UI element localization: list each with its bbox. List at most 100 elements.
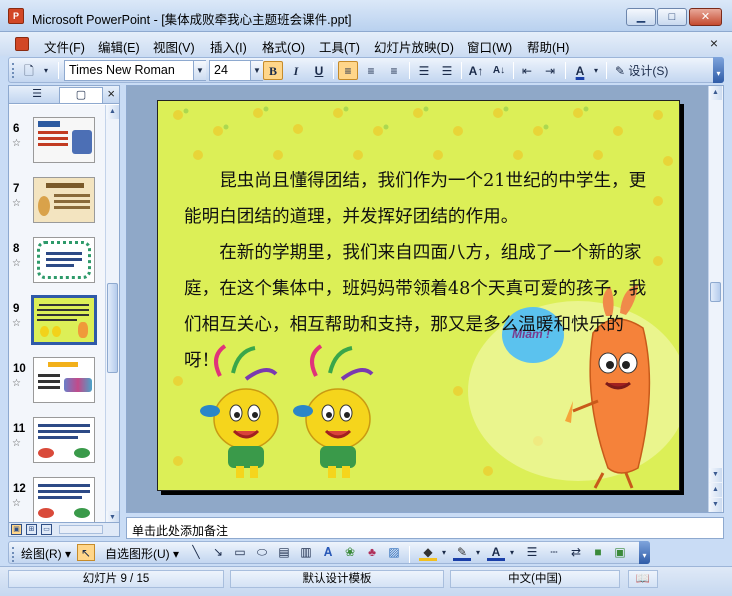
slide-body-text[interactable]: 昆虫尚且懂得团结，我们作为一个21世纪的中学生，更能明白团结的道理，并发挥好团结… xyxy=(184,163,658,379)
panel-close-icon[interactable]: × xyxy=(107,86,115,101)
font-color-icon[interactable]: A xyxy=(487,544,505,561)
slides-tab-icon[interactable]: ▢ xyxy=(59,87,103,103)
chevron-down-icon[interactable]: ▾ xyxy=(39,61,53,80)
chevron-down-icon[interactable]: ▾ xyxy=(439,544,449,561)
scroll-thumb[interactable] xyxy=(107,283,118,373)
menu-file[interactable]: 文件(F) xyxy=(44,37,85,56)
font-color-icon[interactable]: A xyxy=(570,61,590,80)
align-center-icon[interactable]: ≡ xyxy=(361,61,381,80)
thumbnail-list[interactable]: 6 ☆ 7 ☆ 8 ☆ 9 ☆ 10 ☆ 11 ☆ 12 ☆ xyxy=(9,105,105,525)
minimize-button[interactable]: ▁ xyxy=(626,8,656,26)
close-button[interactable]: ✕ xyxy=(689,8,722,26)
picture-icon[interactable]: ▨ xyxy=(385,544,403,561)
slideshow-icon[interactable]: ▭ xyxy=(41,524,52,535)
3d-style-icon[interactable]: ▣ xyxy=(611,544,629,561)
font-name-combo[interactable]: Times New Roman xyxy=(64,60,206,81)
line-tool-icon[interactable]: ╲ xyxy=(187,544,205,561)
toolbar-options-icon[interactable]: ▾ xyxy=(713,57,724,83)
chevron-down-icon[interactable]: ▾ xyxy=(590,61,602,80)
slide-vertical-scrollbar[interactable]: ▲ ▼ ▲ ▼ xyxy=(708,86,723,512)
italic-button[interactable]: I xyxy=(286,61,306,80)
menu-edit[interactable]: 编辑(E) xyxy=(98,37,140,56)
current-slide[interactable]: Miam ! 昆虫尚且懂得团结，我们作为一个21世纪的中学生，更能明白团结的道理… xyxy=(157,100,680,491)
slide-number: 10 xyxy=(13,363,26,375)
clipart-icon[interactable]: ♣ xyxy=(363,544,381,561)
document-icon[interactable] xyxy=(15,37,29,51)
next-slide-icon[interactable]: ▼ xyxy=(709,498,722,512)
slide-number: 9 xyxy=(13,303,20,315)
oval-tool-icon[interactable]: ⬭ xyxy=(253,544,271,561)
slide-thumbnail-6[interactable]: 6 ☆ xyxy=(9,109,105,165)
document-close-icon[interactable]: × xyxy=(710,35,718,51)
slide-thumbnail-12[interactable]: 12 ☆ xyxy=(9,469,105,525)
transition-icon: ☆ xyxy=(12,378,21,389)
new-document-icon[interactable]: 🗋 xyxy=(19,61,39,80)
rectangle-tool-icon[interactable]: ▭ xyxy=(231,544,249,561)
bold-button[interactable]: B xyxy=(263,61,283,80)
slide-thumbnail-7[interactable]: 7 ☆ xyxy=(9,169,105,225)
draw-menu-button[interactable]: 绘图(R) ▾ xyxy=(21,545,71,562)
slide-thumbnail-11[interactable]: 11 ☆ xyxy=(9,409,105,465)
slide-thumbnail-9[interactable]: 9 ☆ xyxy=(9,289,105,345)
align-left-icon[interactable]: ≡ xyxy=(338,61,358,80)
previous-slide-icon[interactable]: ▲ xyxy=(709,483,722,497)
outline-tab-icon[interactable]: ☰ xyxy=(15,87,59,103)
menu-insert[interactable]: 插入(I) xyxy=(210,37,247,56)
fill-color-icon[interactable]: ◆ xyxy=(419,544,437,561)
shadow-style-icon[interactable]: ■ xyxy=(589,544,607,561)
decrease-font-size-icon[interactable]: A↓ xyxy=(489,61,509,80)
menu-format[interactable]: 格式(O) xyxy=(262,37,305,56)
slide-sorter-icon[interactable]: ⊞ xyxy=(26,524,37,535)
font-dropdown-arrow-icon[interactable]: ▼ xyxy=(193,61,206,80)
maximize-button[interactable]: □ xyxy=(657,8,687,26)
wordart-icon[interactable]: 𝐀 xyxy=(319,544,337,561)
normal-view-icon[interactable]: ▣ xyxy=(11,524,22,535)
line-color-icon[interactable]: ✎ xyxy=(453,544,471,561)
diagram-icon[interactable]: ❀ xyxy=(341,544,359,561)
numbering-icon[interactable]: ☰ xyxy=(414,61,434,80)
slide-preview xyxy=(33,177,95,223)
scroll-thumb[interactable] xyxy=(710,282,721,302)
menu-tools[interactable]: 工具(T) xyxy=(319,37,360,56)
menu-window[interactable]: 窗口(W) xyxy=(467,37,512,56)
textbox-tool-icon[interactable]: ▤ xyxy=(275,544,293,561)
menu-view[interactable]: 视图(V) xyxy=(153,37,195,56)
underline-button[interactable]: U xyxy=(309,61,329,80)
select-pointer-icon[interactable]: ↖ xyxy=(77,544,95,561)
menu-slideshow[interactable]: 幻灯片放映(D) xyxy=(374,37,454,56)
toolbar-options-icon[interactable]: ▾ xyxy=(639,541,650,564)
size-dropdown-arrow-icon[interactable]: ▼ xyxy=(250,61,263,80)
autoshapes-button[interactable]: 自选图形(U) ▾ xyxy=(105,545,179,562)
chevron-down-icon[interactable]: ▾ xyxy=(473,544,483,561)
bullets-icon[interactable]: ☰ xyxy=(437,61,457,80)
increase-font-size-icon[interactable]: A↑ xyxy=(466,61,486,80)
chevron-down-icon[interactable]: ▾ xyxy=(507,544,517,561)
decrease-indent-icon[interactable]: ⇤ xyxy=(517,61,537,80)
powerpoint-app-icon[interactable]: P xyxy=(8,8,24,24)
design-label: 设计(S) xyxy=(628,64,669,78)
language-indicator: 中文(中国) xyxy=(450,570,620,588)
vertical-textbox-icon[interactable]: ▥ xyxy=(297,544,315,561)
notes-placeholder[interactable]: 单击此处添加备注 xyxy=(132,522,228,539)
toolbar-separator xyxy=(565,62,566,79)
toolbar-grip[interactable] xyxy=(12,63,15,78)
horizontal-scrollbar[interactable] xyxy=(59,525,103,534)
arrow-tool-icon[interactable]: ↘ xyxy=(209,544,227,561)
increase-indent-icon[interactable]: ⇥ xyxy=(540,61,560,80)
menu-help[interactable]: 帮助(H) xyxy=(527,37,569,56)
scroll-up-icon[interactable]: ▲ xyxy=(709,86,722,100)
scroll-down-icon[interactable]: ▼ xyxy=(709,468,722,482)
scroll-up-icon[interactable]: ▲ xyxy=(106,105,119,119)
align-right-icon[interactable]: ≡ xyxy=(384,61,404,80)
slide-thumbnail-8[interactable]: 8 ☆ xyxy=(9,229,105,285)
dash-style-icon[interactable]: ┄ xyxy=(545,544,563,561)
thumbnail-scrollbar[interactable]: ▲ ▼ xyxy=(105,105,119,525)
design-button[interactable]: ✎ 设计(S) xyxy=(611,61,673,80)
line-style-icon[interactable]: ☰ xyxy=(523,544,541,561)
arrow-style-icon[interactable]: ⇄ xyxy=(567,544,585,561)
toolbar-grip[interactable] xyxy=(12,547,15,562)
spellcheck-icon[interactable]: 📖 xyxy=(628,570,658,588)
slide-thumbnail-10[interactable]: 10 ☆ xyxy=(9,349,105,405)
notes-pane[interactable]: 单击此处添加备注 xyxy=(126,517,724,539)
slide-preview xyxy=(33,237,95,283)
